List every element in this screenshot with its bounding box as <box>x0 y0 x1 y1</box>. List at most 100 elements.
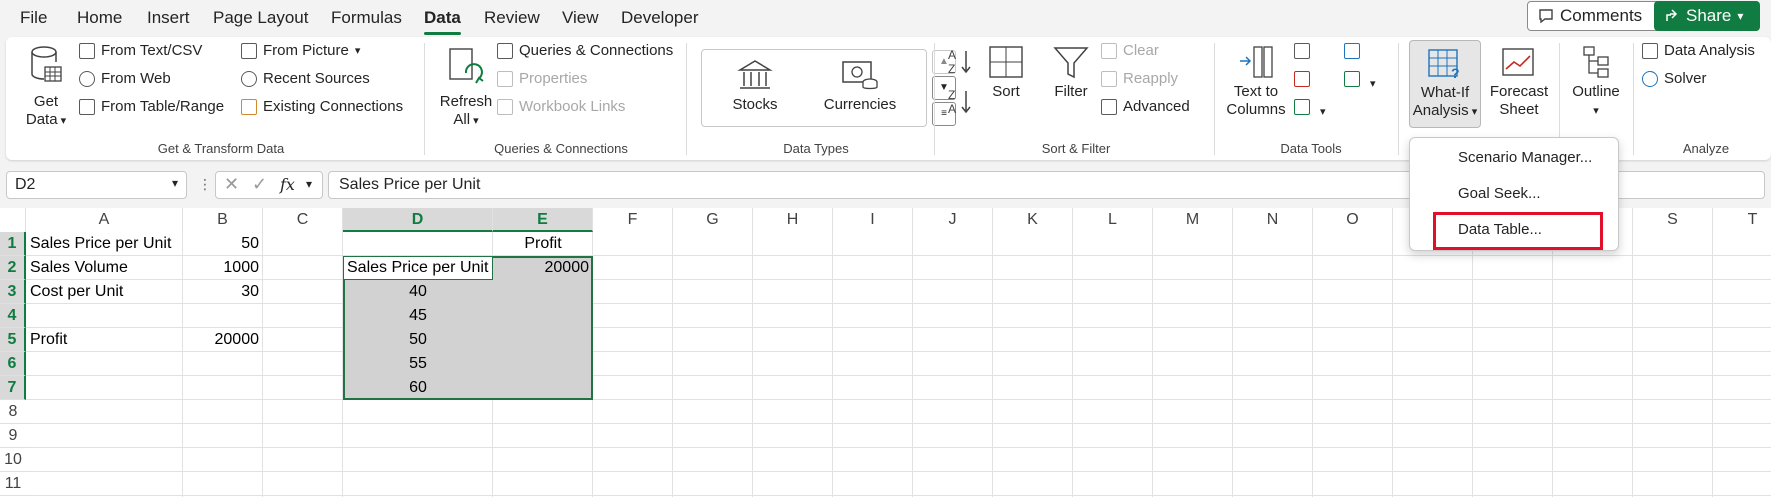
tab-file[interactable]: File <box>20 8 47 28</box>
sort-button[interactable]: Sort <box>981 45 1031 101</box>
cell-a3[interactable]: Cost per Unit <box>26 280 183 303</box>
reapply-button[interactable]: Reapply <box>1101 70 1178 87</box>
recent-sources-button[interactable]: Recent Sources <box>241 70 370 87</box>
menu-item-goal-seek[interactable]: Goal Seek... <box>1458 185 1541 202</box>
row-header-7[interactable]: 7 <box>0 376 26 400</box>
menu-item-scenario-manager[interactable]: Scenario Manager... <box>1458 149 1592 166</box>
what-if-analysis-button[interactable]: ? What-If Analysis ▾ <box>1409 40 1481 128</box>
row-header-10[interactable]: 10 <box>0 448 26 472</box>
enter-icon[interactable]: ✓ <box>252 174 267 195</box>
tab-review[interactable]: Review <box>484 8 540 28</box>
formula-buttons: ✕ ✓ fx ▾ <box>215 171 323 199</box>
column-header-b[interactable]: B <box>183 208 263 232</box>
row-header-2[interactable]: 2 <box>0 256 26 280</box>
cell-a2[interactable]: Sales Volume <box>26 256 183 279</box>
column-header-f[interactable]: F <box>593 208 673 232</box>
row-header-6[interactable]: 6 <box>0 352 26 376</box>
name-box[interactable]: D2 ▾ <box>6 171 187 199</box>
cell-d6[interactable]: 55 <box>343 352 493 375</box>
column-header-h[interactable]: H <box>753 208 833 232</box>
column-header-i[interactable]: I <box>833 208 913 232</box>
from-table-range-button[interactable]: From Table/Range <box>79 98 224 115</box>
column-header-s[interactable]: S <box>1633 208 1713 232</box>
column-header-o[interactable]: O <box>1313 208 1393 232</box>
text-to-columns-button[interactable]: Text to Columns <box>1224 45 1288 119</box>
column-header-k[interactable]: K <box>993 208 1073 232</box>
currencies-label: Currencies <box>823 96 897 113</box>
spreadsheet-grid[interactable]: ABCDEFGHIJKLMNOPQRST1234567891011Sales P… <box>0 208 1771 497</box>
sort-az-button[interactable]: AZ <box>946 47 976 77</box>
data-validation-button[interactable]: ▾ <box>1294 99 1326 120</box>
column-header-a[interactable]: A <box>26 208 183 232</box>
data-tools-group-label: Data Tools <box>1280 141 1342 156</box>
filter-button[interactable]: Filter <box>1046 45 1096 101</box>
existing-connections-button[interactable]: Existing Connections <box>241 98 403 115</box>
column-header-t[interactable]: T <box>1713 208 1771 232</box>
row-header-5[interactable]: 5 <box>0 328 26 352</box>
from-text-csv-button[interactable]: From Text/CSV <box>79 42 202 59</box>
cell-e1[interactable]: Profit <box>493 232 593 255</box>
existing-connections-label: Existing Connections <box>263 98 404 115</box>
from-web-button[interactable]: From Web <box>79 70 171 87</box>
cell-a5[interactable]: Profit <box>26 328 183 351</box>
from-picture-button[interactable]: From Picture ▾ <box>241 42 360 59</box>
outline-button[interactable]: Outline ▾ <box>1566 45 1626 120</box>
tab-page-layout[interactable]: Page Layout <box>213 8 308 28</box>
cell-b5[interactable]: 20000 <box>183 328 263 351</box>
tab-insert[interactable]: Insert <box>147 8 190 28</box>
more-options-icon[interactable]: ⋮ <box>198 176 212 193</box>
insert-function-icon[interactable]: fx <box>280 175 295 194</box>
column-header-g[interactable]: G <box>673 208 753 232</box>
column-header-e[interactable]: E <box>493 208 593 232</box>
share-button[interactable]: Share ▾ <box>1654 1 1760 31</box>
cancel-icon[interactable]: ✕ <box>224 174 239 195</box>
remove-duplicates-button[interactable] <box>1294 71 1310 92</box>
column-header-m[interactable]: M <box>1153 208 1233 232</box>
tab-home[interactable]: Home <box>77 8 122 28</box>
get-data-button[interactable]: Get Data ▾ <box>18 45 74 130</box>
refresh-all-button[interactable]: Refresh All ▾ <box>431 45 501 130</box>
cell-d7[interactable]: 60 <box>343 376 493 399</box>
properties-button[interactable]: Properties <box>497 70 587 87</box>
clear-filter-button[interactable]: Clear <box>1101 42 1159 59</box>
cell-d2[interactable]: Sales Price per Unit <box>343 256 493 279</box>
column-header-c[interactable]: C <box>263 208 343 232</box>
advanced-filter-button[interactable]: Advanced <box>1101 98 1190 115</box>
row-header-11[interactable]: 11 <box>0 472 26 496</box>
cell-b1[interactable]: 50 <box>183 232 263 255</box>
stocks-button[interactable]: Stocks <box>720 58 790 114</box>
column-header-n[interactable]: N <box>1233 208 1313 232</box>
select-all-corner[interactable] <box>0 208 26 232</box>
row-header-4[interactable]: 4 <box>0 304 26 328</box>
row-header-3[interactable]: 3 <box>0 280 26 304</box>
from-picture-label: From Picture <box>263 42 349 59</box>
row-header-1[interactable]: 1 <box>0 232 26 256</box>
cell-b3[interactable]: 30 <box>183 280 263 303</box>
currencies-button[interactable]: Currencies <box>810 58 910 114</box>
tab-developer[interactable]: Developer <box>621 8 699 28</box>
workbook-links-button[interactable]: Workbook Links <box>497 98 625 115</box>
row-header-8[interactable]: 8 <box>0 400 26 424</box>
tab-data[interactable]: Data <box>424 8 461 35</box>
consolidate-button[interactable] <box>1344 43 1360 64</box>
column-header-l[interactable]: L <box>1073 208 1153 232</box>
tab-view[interactable]: View <box>562 8 599 28</box>
sort-za-button[interactable]: ZA <box>946 87 976 117</box>
cell-d3[interactable]: 40 <box>343 280 493 303</box>
cell-d5[interactable]: 50 <box>343 328 493 351</box>
forecast-sheet-button[interactable]: Forecast Sheet <box>1486 45 1552 119</box>
cell-d4[interactable]: 45 <box>343 304 493 327</box>
row-header-9[interactable]: 9 <box>0 424 26 448</box>
cell-b2[interactable]: 1000 <box>183 256 263 279</box>
queries-connections-button[interactable]: Queries & Connections <box>497 42 673 59</box>
relationships-button[interactable]: ▾ <box>1344 71 1376 92</box>
column-header-d[interactable]: D <box>343 208 493 232</box>
cell-a1[interactable]: Sales Price per Unit <box>26 232 183 255</box>
tab-formulas[interactable]: Formulas <box>331 8 402 28</box>
flash-fill-button[interactable] <box>1294 43 1310 64</box>
consolidate-icon <box>1344 43 1360 59</box>
solver-button[interactable]: Solver <box>1642 70 1707 87</box>
column-header-j[interactable]: J <box>913 208 993 232</box>
data-analysis-button[interactable]: Data Analysis <box>1642 42 1755 59</box>
cell-e2[interactable]: 20000 <box>493 256 593 279</box>
